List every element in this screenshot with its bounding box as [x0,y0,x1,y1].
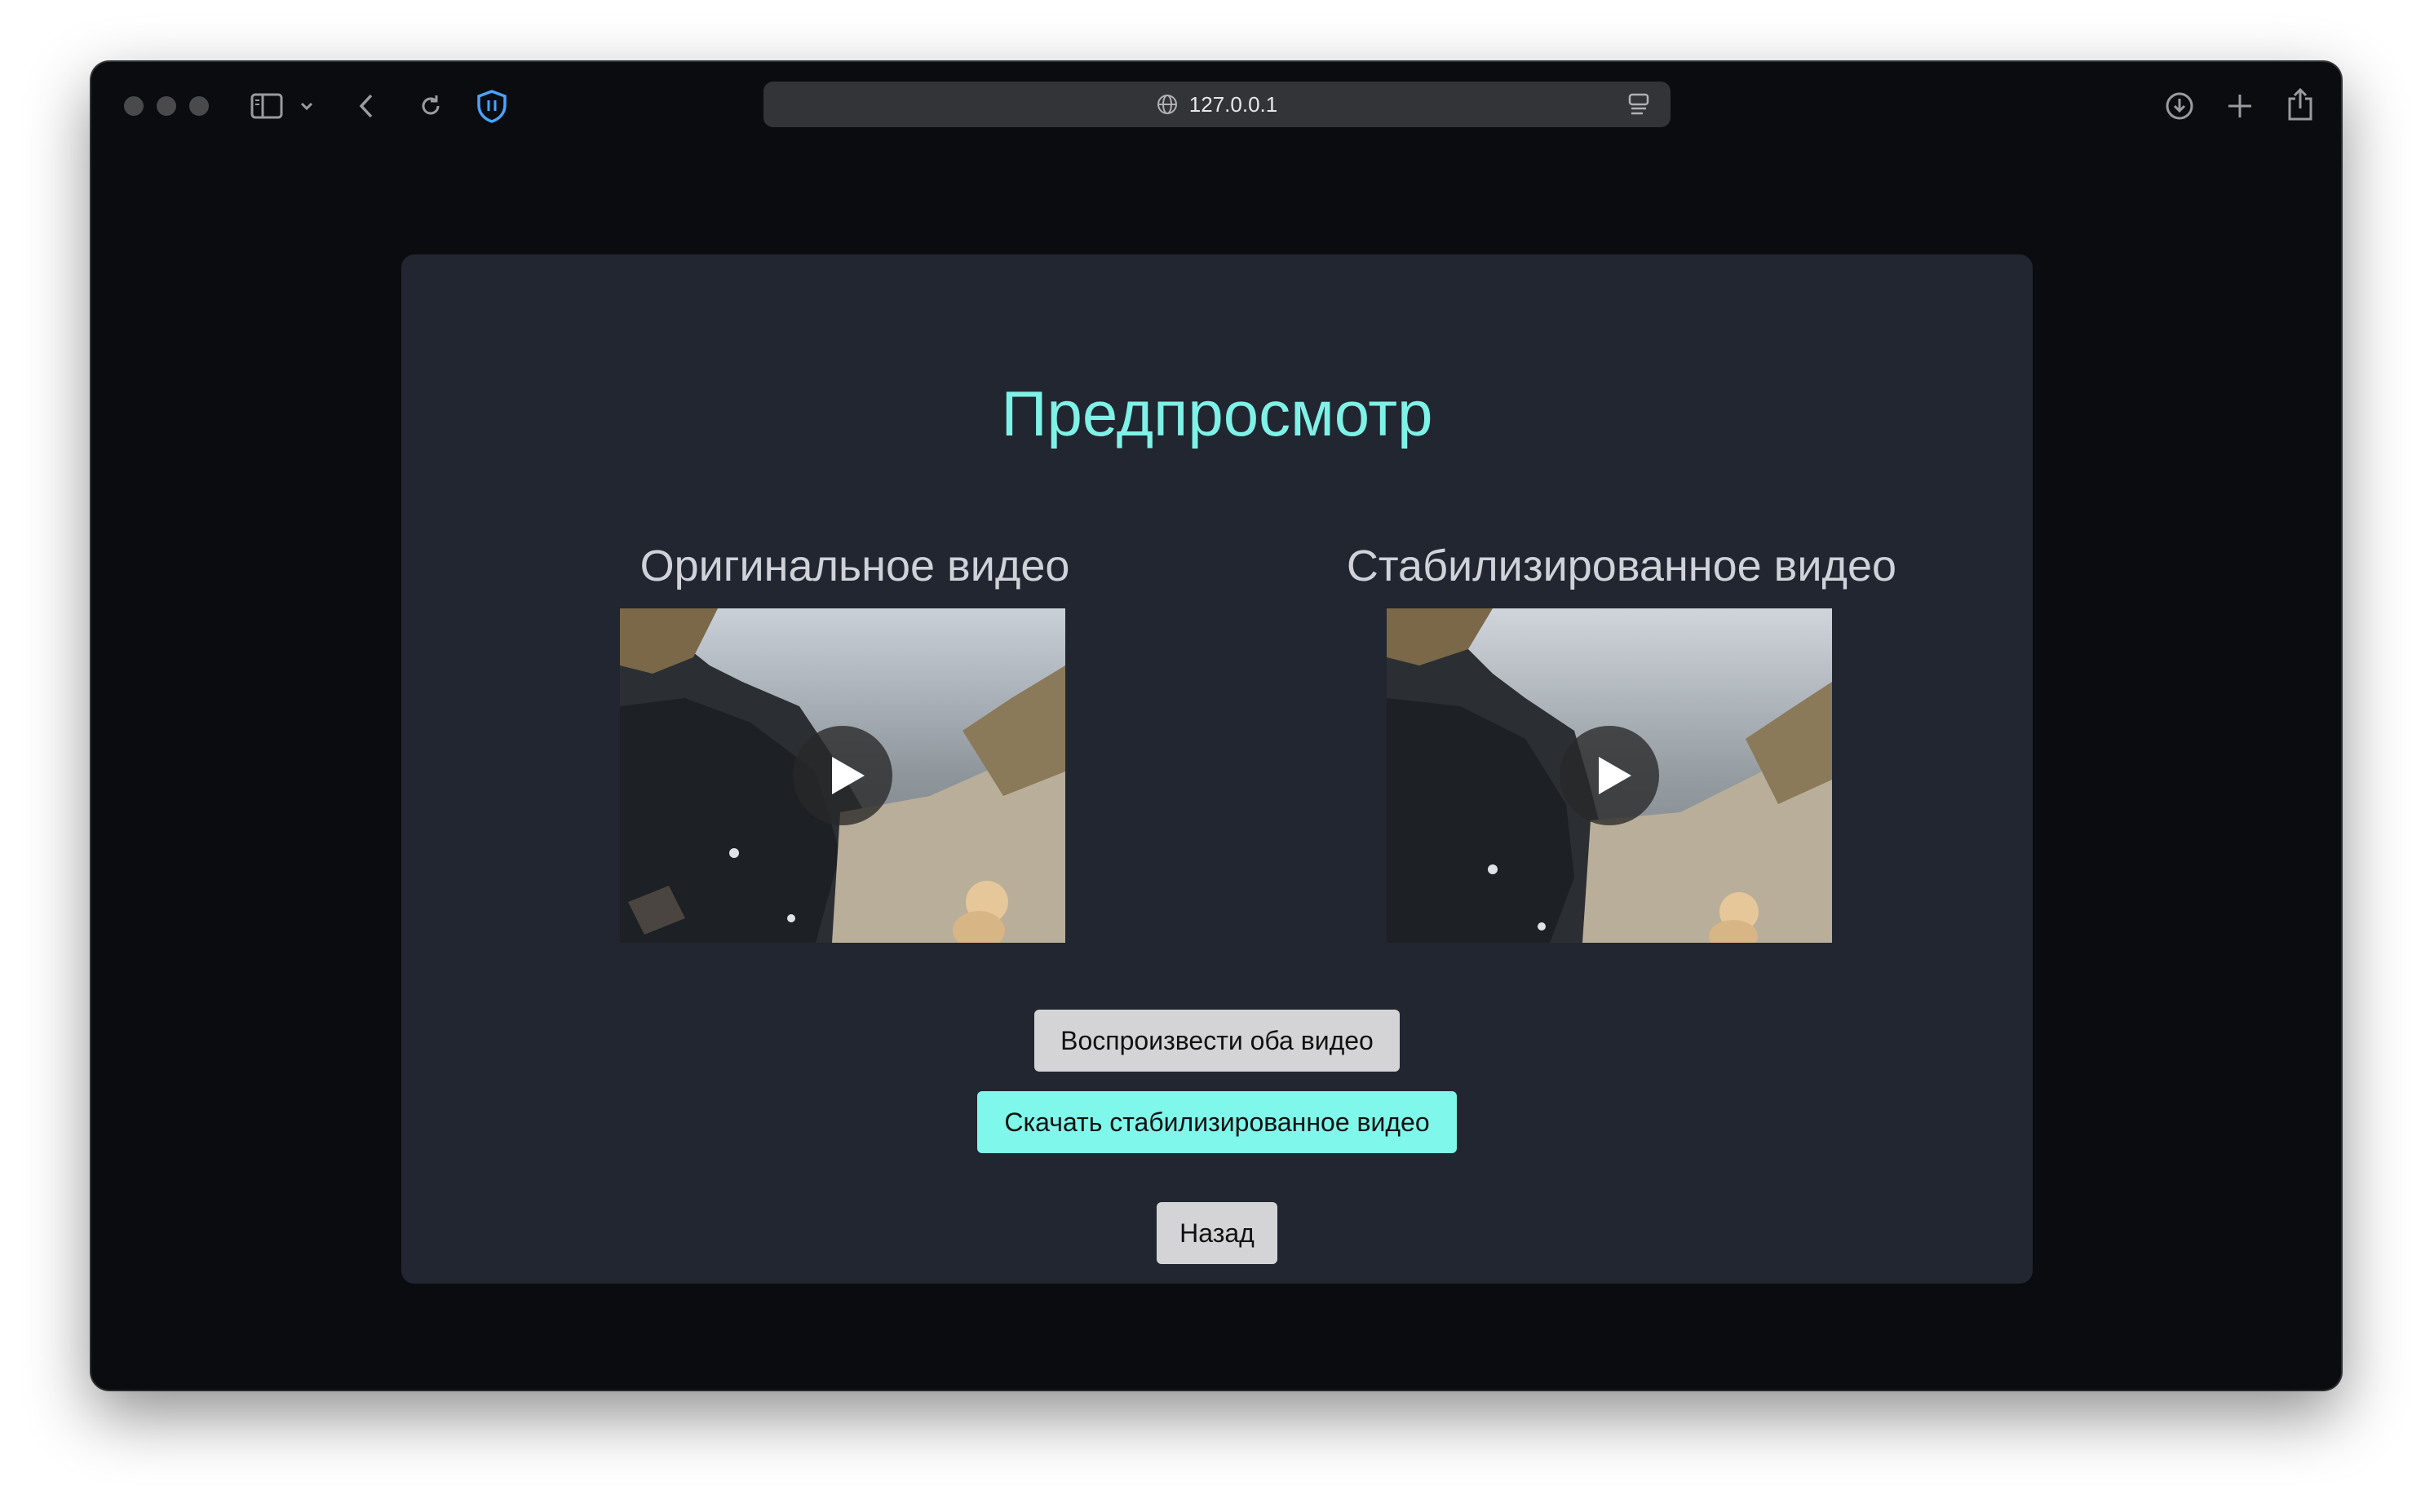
shield-icon[interactable] [475,88,509,124]
zoom-window-button[interactable] [189,96,209,116]
minimize-window-button[interactable] [157,96,176,116]
close-window-button[interactable] [124,96,144,116]
download-icon[interactable] [2163,90,2196,122]
play-icon[interactable] [793,726,892,825]
address-bar[interactable]: 127.0.0.1 [763,82,1671,127]
preview-card: Предпросмотр Оригинальное видео Стабилиз… [401,254,2033,1284]
original-video-label: Оригинальное видео [639,542,1070,590]
original-video-player[interactable] [620,608,1065,943]
page-title: Предпросмотр [1001,378,1433,449]
back-icon[interactable] [354,91,378,121]
play-both-button[interactable]: Воспроизвести оба видео [1034,1010,1400,1072]
browser-window: 127.0.0.1 Предпросмотр Оригинальное виде… [91,62,2341,1390]
stabilized-video-label: Стабилизированное видео [1346,542,1897,590]
chevron-down-icon[interactable] [299,98,315,114]
reader-icon[interactable] [1628,93,1649,120]
back-button[interactable]: Назад [1157,1202,1277,1264]
play-icon[interactable] [1560,726,1659,825]
browser-toolbar: 127.0.0.1 [91,62,2341,147]
sidebar-icon[interactable] [250,91,284,121]
globe-icon [1157,94,1178,115]
download-stabilized-button[interactable]: Скачать стабилизированное видео [977,1091,1457,1153]
share-icon[interactable] [2284,86,2317,122]
plus-icon[interactable] [2224,90,2256,122]
reload-icon[interactable] [416,91,445,121]
url-text: 127.0.0.1 [1188,91,1278,117]
stabilized-video-player[interactable] [1387,608,1832,943]
